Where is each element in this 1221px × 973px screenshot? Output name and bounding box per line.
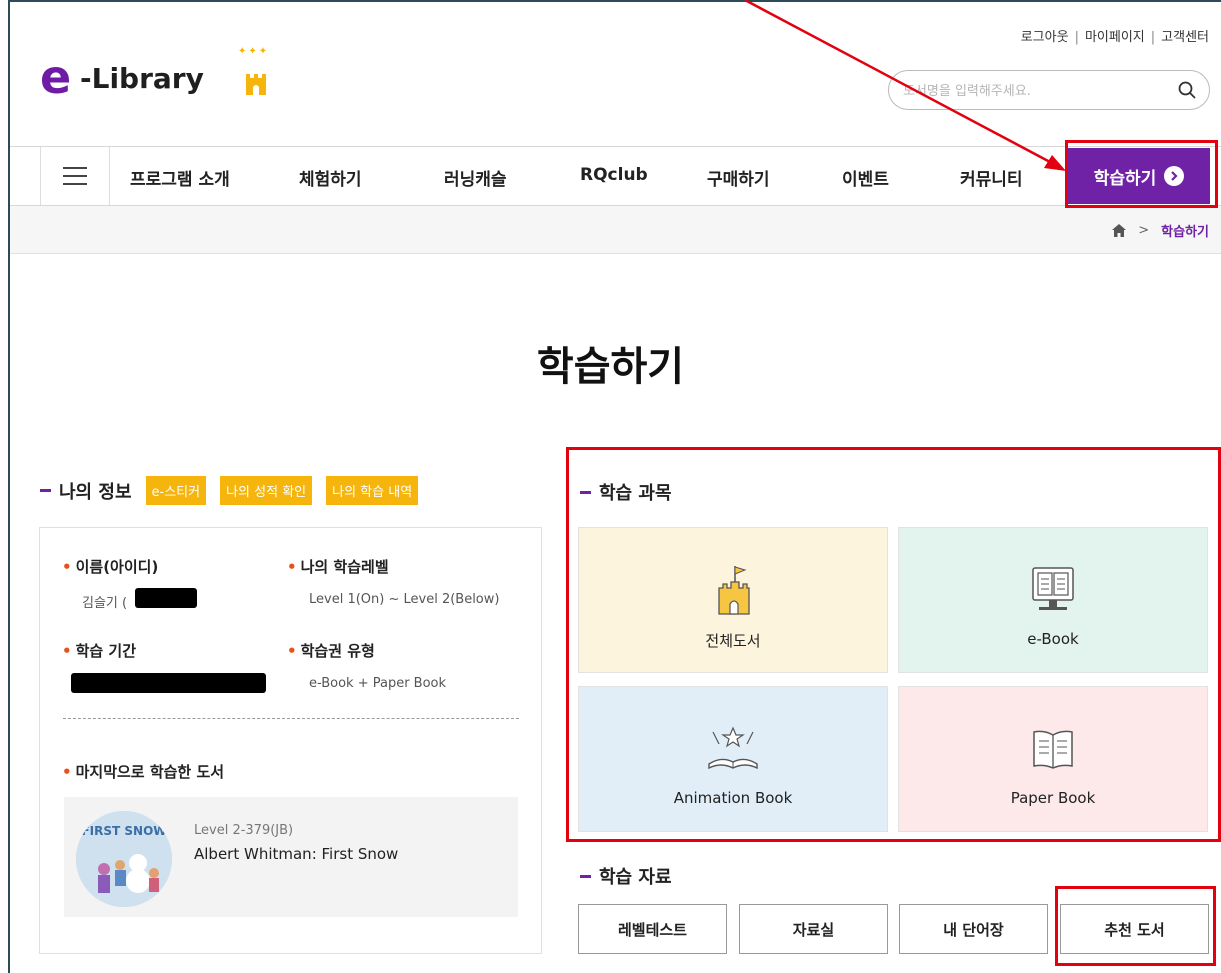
book-cover-thumbnail[interactable]: FIRST SNOW	[76, 811, 172, 907]
subject-label: 전체도서	[705, 632, 761, 650]
resource-room-button[interactable]: 자료실	[739, 904, 888, 954]
redacted-id	[135, 588, 197, 608]
nav-item-purchase[interactable]: 구매하기	[707, 165, 770, 190]
pass-type-label: • 학습권 유형	[287, 642, 375, 660]
breadcrumb-separator: >	[1138, 223, 1150, 238]
nav-item-event[interactable]: 이벤트	[842, 165, 889, 190]
redacted-period	[71, 673, 266, 693]
nav-item-learn[interactable]: 학습하기	[1068, 148, 1210, 204]
level-label: • 나의 학습레벨	[287, 558, 389, 576]
hamburger-icon	[63, 167, 87, 185]
search-input[interactable]	[903, 80, 1163, 102]
book-level: Level 2-379(JB)	[194, 823, 294, 838]
heading-dash	[580, 490, 591, 494]
subject-ebook[interactable]: e-Book	[898, 527, 1208, 673]
main-nav: 프로그램 소개 체험하기 러닝캐슬 RQclub 구매하기 이벤트 커뮤니티 학…	[10, 146, 1221, 206]
breadcrumb-current[interactable]: 학습하기	[1161, 221, 1209, 240]
pass-type-value: e-Book + Paper Book	[309, 676, 447, 691]
nav-item-community[interactable]: 커뮤니티	[960, 165, 1023, 190]
monitor-book-icon	[1032, 567, 1074, 610]
subject-all-books[interactable]: 전체도서	[578, 527, 888, 673]
my-info-title: 나의 정보	[59, 481, 132, 503]
top-links: 로그아웃 | 마이페이지 | 고객센터	[1020, 30, 1209, 45]
cover-title-text: FIRST SNOW	[81, 824, 166, 838]
heading-dash	[580, 874, 591, 878]
my-info-heading: 나의 정보 e-스티커 나의 성적 확인 나의 학습 내역	[40, 476, 419, 505]
learn-label: 학습하기	[1093, 168, 1157, 189]
page-title: 학습하기	[536, 344, 685, 390]
nav-item-learning-castle[interactable]: 러닝캐슬	[444, 165, 507, 190]
support-link[interactable]: 고객센터	[1161, 30, 1209, 45]
paper-book-icon	[1033, 730, 1073, 769]
my-info-panel: • 이름(아이디) 김슬기 ( • 나의 학습레벨 Level 1(On) ~ Le…	[39, 527, 542, 954]
heading-dash	[40, 489, 51, 492]
breadcrumb: > 학습하기	[1112, 221, 1209, 240]
book-title[interactable]: Albert Whitman: First Snow	[194, 845, 398, 863]
last-book-card[interactable]: FIRST SNOW Level 2-379(JB) Albert Whitma…	[64, 797, 518, 917]
subject-label: Animation Book	[673, 789, 793, 807]
my-vocabulary-button[interactable]: 내 단어장	[899, 904, 1048, 954]
subjects-title: 학습 과목	[599, 483, 672, 504]
breadcrumb-bar: > 학습하기	[10, 206, 1221, 254]
last-book-label: • 마지막으로 학습한 도서	[62, 763, 225, 781]
recommended-books-button[interactable]: 추천 도서	[1060, 904, 1209, 954]
divider	[63, 718, 519, 719]
castle-icon	[718, 566, 750, 615]
home-icon[interactable]	[1112, 224, 1127, 237]
materials-title: 학습 자료	[599, 867, 672, 888]
menu-button[interactable]	[40, 147, 110, 205]
subject-label: e-Book	[1027, 630, 1079, 648]
grade-check-button[interactable]: 나의 성적 확인	[220, 476, 313, 505]
e-sticker-button[interactable]: e-스티커	[145, 476, 207, 505]
subjects-heading: 학습 과목	[580, 479, 672, 505]
period-label: • 학습 기간	[62, 642, 137, 660]
castle-logo-icon	[246, 74, 266, 95]
name-value: 김슬기 (	[82, 596, 128, 611]
subject-paper-book[interactable]: Paper Book	[898, 686, 1208, 832]
search-icon[interactable]	[1177, 80, 1197, 100]
logo-text: -Library	[80, 62, 204, 95]
level-test-button[interactable]: 레벨테스트	[578, 904, 727, 954]
arrow-right-circle-icon	[1164, 166, 1185, 186]
level-value: Level 1(On) ~ Level 2(Below)	[309, 592, 500, 607]
nav-item-trial[interactable]: 체험하기	[299, 165, 362, 190]
logo-e: e	[40, 50, 72, 104]
animation-book-icon	[708, 726, 758, 770]
search-box	[888, 70, 1210, 110]
subject-animation-book[interactable]: Animation Book	[578, 686, 888, 832]
study-history-button[interactable]: 나의 학습 내역	[326, 476, 419, 505]
materials-heading: 학습 자료	[580, 863, 672, 889]
logout-link[interactable]: 로그아웃	[1021, 30, 1069, 45]
nav-item-rqclub[interactable]: RQclub	[580, 165, 648, 185]
subject-label: Paper Book	[1010, 789, 1096, 807]
nav-item-program[interactable]: 프로그램 소개	[130, 165, 230, 190]
name-label: • 이름(아이디)	[62, 558, 159, 576]
mypage-link[interactable]: 마이페이지	[1085, 30, 1145, 45]
sparkle-icon: ✦✦✦	[238, 46, 270, 57]
